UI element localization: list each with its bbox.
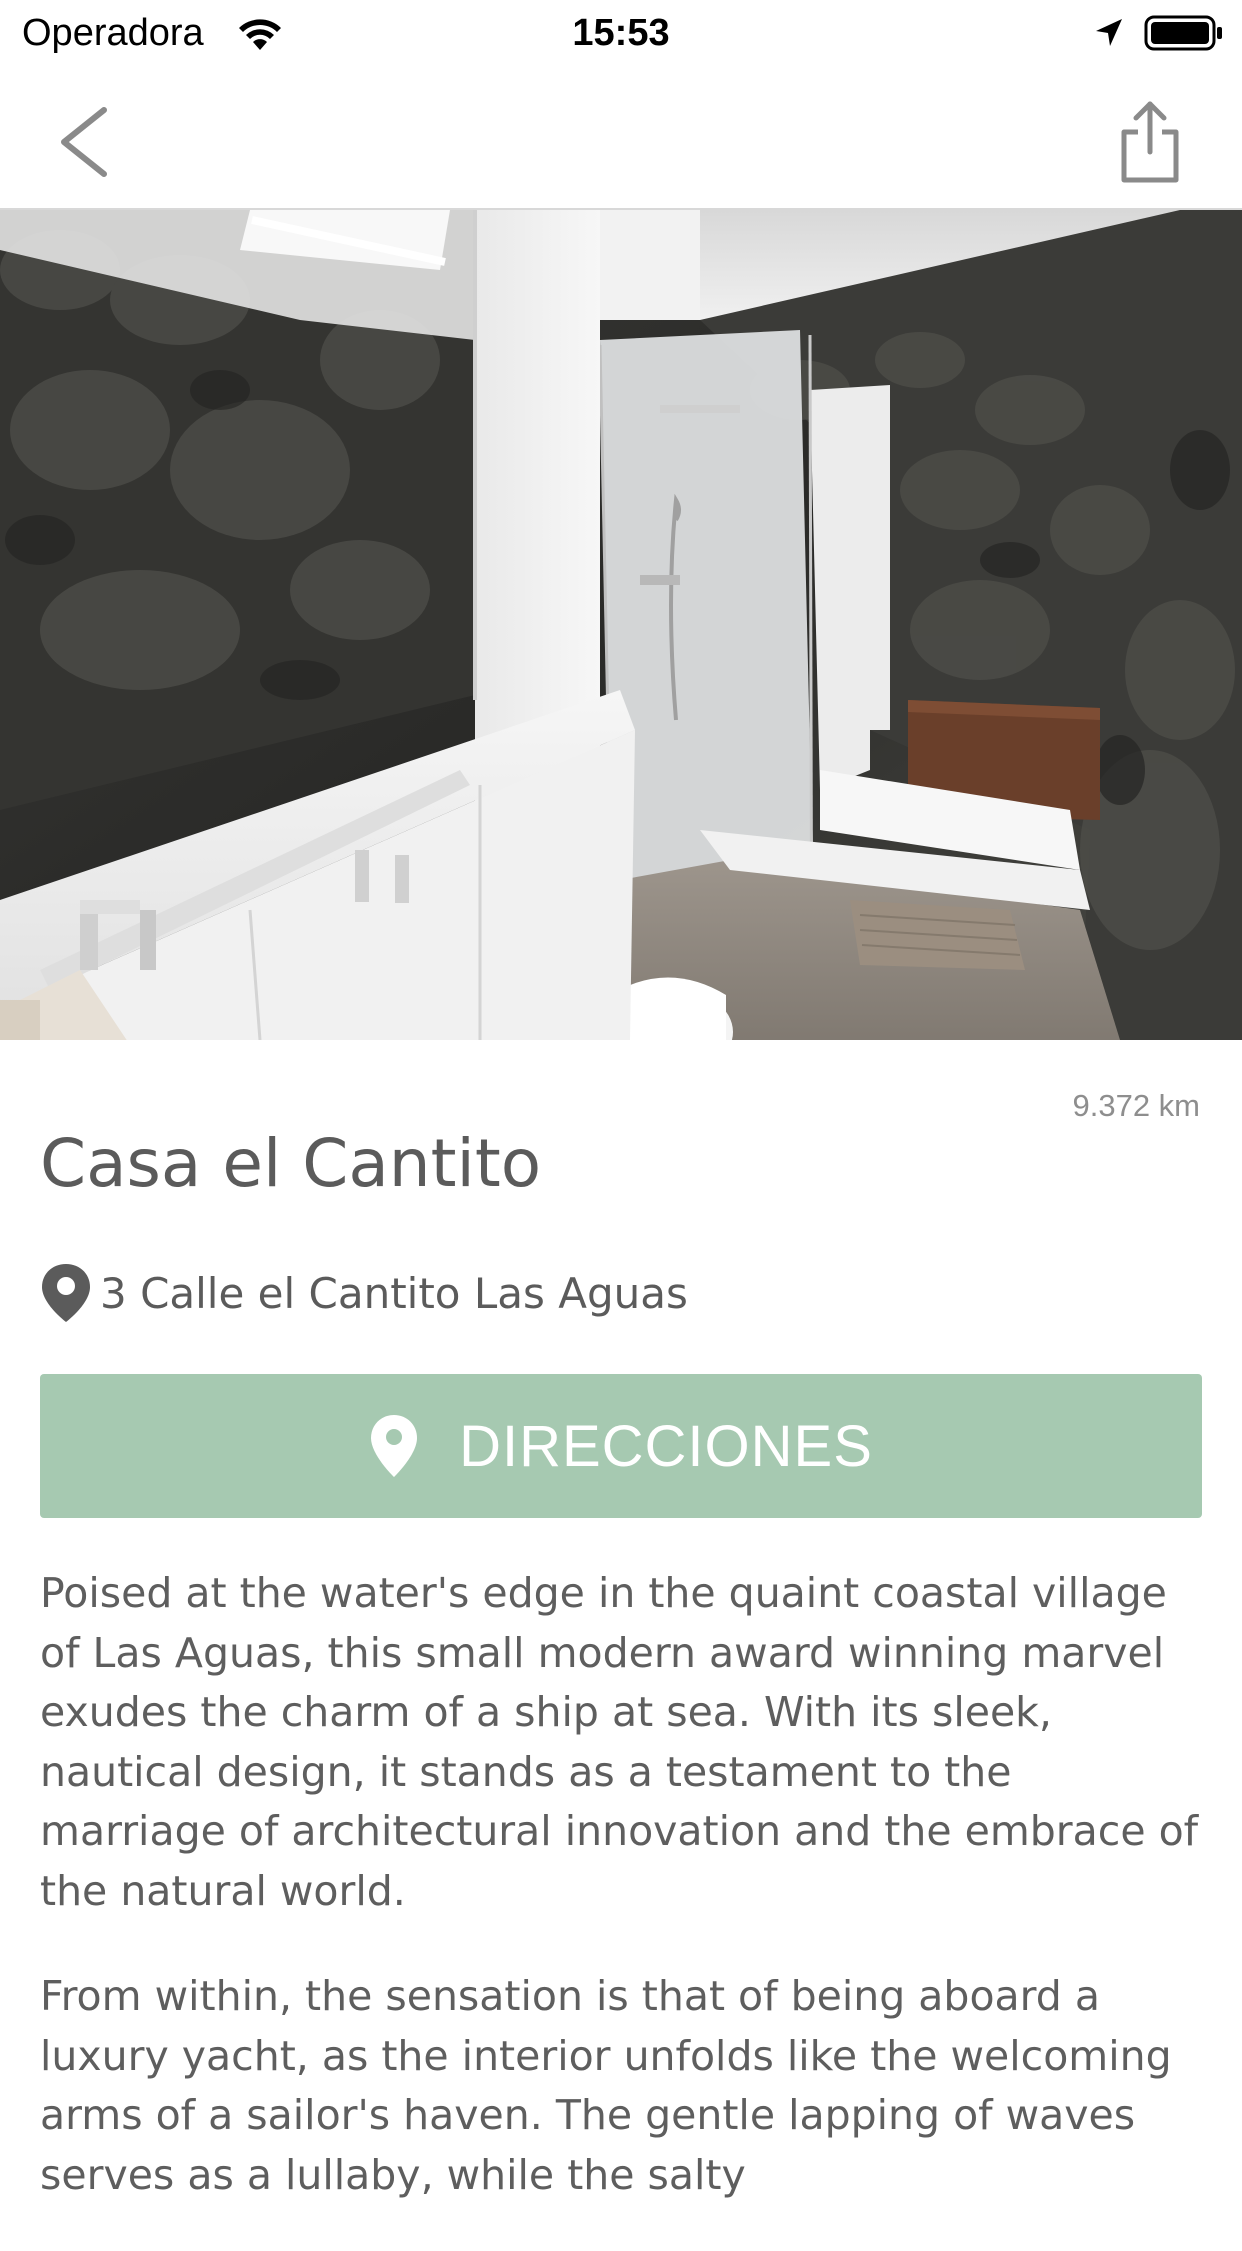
address-row: 3 Calle el Cantito Las Aguas [40, 1258, 688, 1328]
location-arrow-icon [1096, 19, 1122, 46]
description-paragraph: Poised at the water's edge in the quaint… [40, 1569, 1199, 1915]
map-pin-icon [42, 1264, 90, 1322]
status-bar: Operadora 15:53 [0, 0, 1242, 66]
navigation-bar [0, 66, 1242, 210]
clock: 15:53 [572, 12, 670, 54]
address-text: 3 Calle el Cantito Las Aguas [100, 1268, 688, 1318]
bathroom-photo [0, 210, 1242, 1040]
directions-button[interactable]: DIRECCIONES [40, 1374, 1202, 1518]
description: Poised at the water's edge in the quaint… [40, 1564, 1210, 2251]
directions-label: DIRECCIONES [459, 1413, 873, 1479]
distance-label: 9.372 km [1072, 1088, 1200, 1123]
back-button[interactable] [50, 96, 120, 186]
battery-icon [1144, 15, 1222, 51]
page-title: Casa el Cantito [40, 1125, 542, 1202]
chevron-left-icon [61, 107, 107, 177]
map-pin-icon [371, 1415, 418, 1477]
share-icon [1121, 101, 1179, 183]
share-button[interactable] [1110, 96, 1190, 186]
description-paragraph: From within, the sensation is that of be… [40, 1972, 1172, 2199]
